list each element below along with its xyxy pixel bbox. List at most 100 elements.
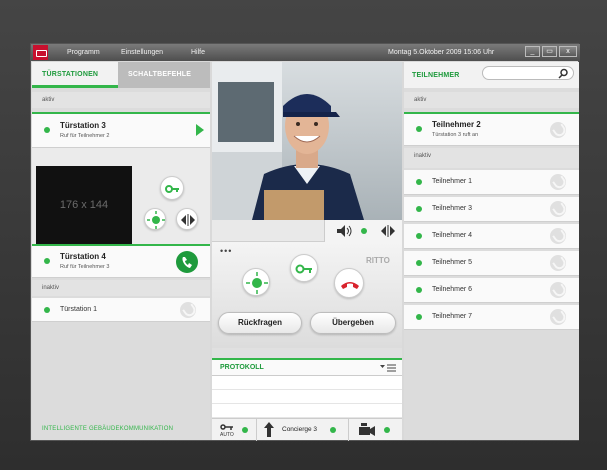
participant-name: Teilnehmer 6 (432, 286, 473, 293)
protocol-title: PROTOKOLL (220, 364, 264, 371)
participant-subtitle: Türstation 3 ruft an (432, 132, 479, 138)
maximize-button[interactable]: ▭ (542, 46, 557, 57)
participant-row[interactable]: Teilnehmer 6 (404, 278, 579, 303)
station-row-1[interactable]: Türstation 1 (32, 298, 210, 322)
participant-row[interactable]: Teilnehmer 4 (404, 224, 579, 249)
phone-disabled-icon (550, 255, 566, 271)
participant-row[interactable]: Teilnehmer 1 (404, 170, 579, 195)
status-online-icon (44, 307, 50, 313)
station-subtitle: Ruf für Teilnehmer 3 (60, 264, 110, 270)
door-key-icon[interactable] (220, 422, 234, 432)
menu-einstellungen[interactable]: Einstellungen (121, 49, 163, 56)
more-options-icon[interactable]: ••• (220, 246, 232, 256)
tab-schaltbefehle[interactable]: SCHALTBEFEHLE (118, 62, 210, 88)
door-key-icon (165, 185, 179, 193)
protocol-header: PROTOKOLL (212, 358, 402, 376)
video-preview[interactable]: 176 x 144 (36, 166, 132, 244)
app-logo-icon (33, 45, 48, 60)
auto-status-icon (242, 427, 248, 433)
call-control-panel: ••• RITTO Rückfragen Übergeben PROTOKOLL (212, 62, 402, 441)
participants-panel: TEILNEHMER aktiv Teilnehmer 2 Türstation… (404, 62, 579, 440)
volume-icon[interactable] (336, 225, 352, 237)
date-time: Montag 5.Oktober 2009 15:06 Uhr (388, 49, 495, 56)
camera-icon[interactable] (358, 423, 376, 436)
brand-tagline: INTELLIGENTE GEBÄUDEKOMMUNIKATION (42, 426, 174, 432)
status-online-icon (44, 127, 50, 133)
participant-title: Teilnehmer 2 (432, 120, 481, 129)
minimize-button[interactable]: _ (525, 46, 540, 57)
participant-row-2[interactable]: Teilnehmer 2 Türstation 3 ruft an (404, 112, 579, 146)
live-video-feed (212, 62, 402, 220)
concierge-label[interactable]: Concierge 3 (282, 426, 317, 433)
status-online-icon (416, 260, 422, 266)
status-bar: AUTO Concierge 3 (212, 418, 402, 441)
phone-disabled-icon (550, 309, 566, 325)
intercom-app-window: Programm Einstellungen Hilfe Montag 5.Ok… (30, 43, 580, 441)
uebergeben-button[interactable]: Übergeben (310, 312, 396, 334)
phone-disabled-icon (550, 201, 566, 217)
audio-status-icon (361, 228, 367, 234)
door-stations-panel: TÜRSTATIONEN SCHALTBEFEHLE aktiv Türstat… (32, 62, 210, 440)
participant-name: Teilnehmer 4 (432, 232, 473, 239)
status-online-icon (416, 233, 422, 239)
status-online-icon (416, 126, 422, 132)
switch-arrows-icon (181, 214, 195, 226)
rueckfragen-button[interactable]: Rückfragen (218, 312, 302, 334)
audio-control-strip (212, 220, 402, 242)
light-button[interactable] (242, 268, 270, 296)
camera-status-icon (384, 427, 390, 433)
title-bar: Programm Einstellungen Hilfe Montag 5.Ok… (31, 44, 580, 61)
list-menu-icon[interactable] (380, 363, 396, 373)
answer-call-button[interactable] (176, 251, 198, 273)
door-key-icon (295, 264, 312, 274)
participant-name: Teilnehmer 3 (432, 205, 473, 212)
concierge-status-icon (330, 427, 336, 433)
active-section-label: aktiv (404, 92, 579, 108)
station-subtitle: Ruf für Teilnehmer 2 (60, 133, 110, 139)
auto-label: AUTO (220, 432, 234, 438)
light-button[interactable] (144, 208, 166, 230)
light-icon (147, 211, 165, 229)
participant-name: Teilnehmer 1 (432, 178, 473, 185)
screen-background: Programm Einstellungen Hilfe Montag 5.Ok… (0, 0, 607, 470)
divider (348, 419, 349, 441)
door-open-button[interactable] (160, 176, 184, 200)
switch-camera-button[interactable] (176, 208, 198, 230)
participants-header: TEILNEHMER (404, 62, 579, 88)
status-online-icon (416, 179, 422, 185)
station-row-4[interactable]: Türstation 4 Ruf für Teilnehmer 3 (32, 244, 210, 278)
tab-tuerstationen[interactable]: TÜRSTATIONEN (32, 62, 118, 88)
status-online-icon (416, 287, 422, 293)
station-title: Türstation 1 (60, 306, 97, 313)
participant-row[interactable]: Teilnehmer 3 (404, 197, 579, 222)
participant-row[interactable]: Teilnehmer 7 (404, 305, 579, 330)
station-title: Türstation 4 (60, 252, 106, 261)
status-online-icon (416, 314, 422, 320)
protocol-list (212, 376, 402, 418)
transfer-arrow-icon[interactable] (264, 422, 276, 437)
phone-disabled-icon (550, 282, 566, 298)
inactive-section-label: inaktiv (404, 148, 579, 168)
close-button[interactable]: x (559, 46, 577, 57)
phone-disabled-icon (550, 122, 566, 138)
menu-programm[interactable]: Programm (67, 49, 100, 56)
door-open-button[interactable] (290, 254, 318, 282)
station-row-3[interactable]: Türstation 3 Ruf für Teilnehmer 2 (32, 112, 210, 148)
status-online-icon (44, 258, 50, 264)
divider (256, 419, 257, 441)
menu-hilfe[interactable]: Hilfe (191, 49, 205, 56)
phone-disabled-icon (180, 302, 196, 318)
hang-up-button[interactable] (334, 268, 364, 298)
light-icon (246, 272, 268, 294)
status-online-icon (416, 206, 422, 212)
switch-arrows-icon[interactable] (380, 225, 396, 237)
search-input[interactable] (482, 66, 574, 80)
delivery-person-image (212, 62, 402, 220)
protocol-divider (212, 389, 402, 390)
hang-up-phone-icon (341, 282, 359, 289)
call-buttons-area: ••• RITTO Rückfragen Übergeben (212, 242, 402, 348)
play-arrow-icon[interactable] (196, 124, 204, 136)
phone-icon (182, 257, 192, 268)
search-icon[interactable] (558, 68, 569, 79)
participant-row[interactable]: Teilnehmer 5 (404, 251, 579, 276)
